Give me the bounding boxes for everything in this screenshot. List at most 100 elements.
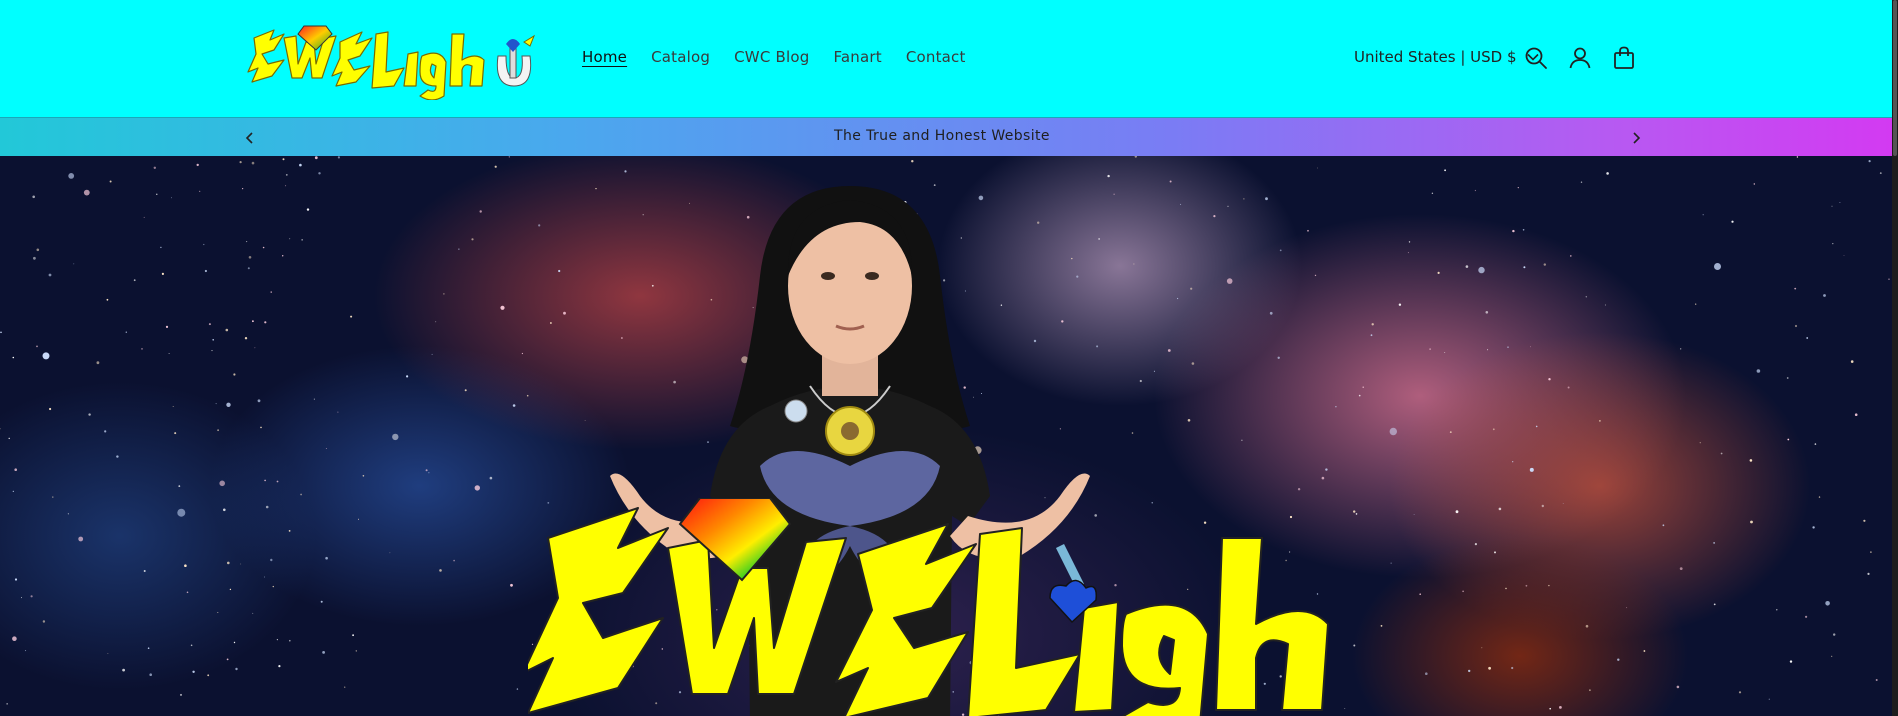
country-currency-selector[interactable]: United States | USD $ [1354, 47, 1539, 67]
star [1325, 468, 1328, 471]
star [362, 475, 365, 477]
star [252, 320, 254, 323]
star [911, 160, 914, 163]
star [96, 361, 100, 365]
star [1825, 601, 1830, 606]
star [453, 559, 455, 562]
star [314, 156, 318, 160]
star [1444, 352, 1446, 353]
star [1541, 504, 1545, 508]
nav-catalog-link[interactable]: Catalog [651, 47, 710, 67]
star [252, 612, 254, 614]
star [500, 305, 505, 310]
scrollbar-thumb[interactable] [1893, 0, 1897, 156]
star [1888, 278, 1890, 280]
account-icon[interactable] [1566, 44, 1594, 72]
star [1389, 427, 1398, 436]
star [1507, 346, 1509, 348]
site-header: Home Catalog CWC Blog Fanart Contact Uni… [0, 0, 1892, 117]
star [125, 331, 128, 333]
star [1850, 360, 1854, 363]
star [1843, 255, 1845, 256]
star [285, 185, 287, 187]
star [14, 468, 17, 472]
star [425, 469, 428, 472]
page-scrollbar[interactable] [1892, 0, 1898, 716]
nav-home-link[interactable]: Home [582, 47, 627, 67]
nav-blog-link[interactable]: CWC Blog [734, 47, 809, 67]
star [106, 298, 109, 301]
star [215, 403, 217, 405]
star [1358, 394, 1361, 397]
nav-contact-link[interactable]: Contact [906, 47, 966, 67]
star [1390, 562, 1392, 564]
star [153, 166, 156, 169]
star [318, 172, 321, 175]
star [184, 564, 187, 567]
star [1241, 439, 1243, 441]
star [1713, 542, 1715, 544]
hero-banner [0, 156, 1892, 716]
star [1408, 241, 1411, 243]
nav-fanart-link[interactable]: Fanart [833, 47, 881, 67]
star [248, 256, 252, 259]
cart-icon[interactable] [1610, 44, 1638, 72]
star [212, 339, 214, 341]
announcement-bar: The True and Honest Website [0, 117, 1892, 156]
star [1494, 551, 1496, 554]
search-icon[interactable] [1522, 44, 1550, 72]
star [143, 216, 145, 218]
star [1153, 370, 1155, 372]
star [12, 636, 17, 641]
star [1702, 214, 1704, 216]
star [223, 508, 226, 512]
star [1549, 707, 1551, 710]
star [1321, 476, 1325, 480]
star [149, 673, 152, 676]
star [25, 650, 27, 652]
star [1523, 266, 1526, 269]
star [52, 496, 54, 498]
star [1517, 187, 1519, 189]
star [344, 686, 346, 688]
star [1606, 172, 1609, 175]
star [174, 432, 177, 435]
star [0, 331, 2, 334]
star [1488, 666, 1491, 670]
star [225, 328, 229, 332]
star [203, 243, 205, 246]
star [204, 269, 207, 273]
star [1567, 386, 1570, 389]
star [350, 315, 353, 318]
star [1314, 274, 1317, 277]
star [494, 165, 497, 168]
star [1832, 243, 1834, 245]
star [207, 674, 210, 677]
star [1585, 624, 1589, 628]
star [1714, 263, 1721, 270]
star [1474, 543, 1477, 546]
star [1720, 452, 1723, 455]
star [171, 197, 172, 199]
star [1371, 323, 1374, 326]
star [1227, 205, 1229, 207]
star [464, 389, 467, 392]
star [1190, 287, 1193, 290]
star [192, 670, 195, 673]
star [1370, 334, 1373, 337]
star [1485, 311, 1489, 314]
star [489, 476, 493, 480]
star [6, 703, 8, 705]
chevron-right-icon[interactable] [1627, 129, 1645, 147]
announcement-message: The True and Honest Website [834, 128, 1050, 144]
site-logo[interactable] [244, 20, 540, 100]
star [1512, 229, 1515, 233]
star [104, 430, 107, 433]
star [282, 255, 284, 257]
star [42, 620, 46, 623]
star [1226, 278, 1233, 284]
star [337, 411, 339, 413]
star [254, 347, 256, 349]
star [1512, 461, 1514, 463]
star [1750, 520, 1753, 524]
